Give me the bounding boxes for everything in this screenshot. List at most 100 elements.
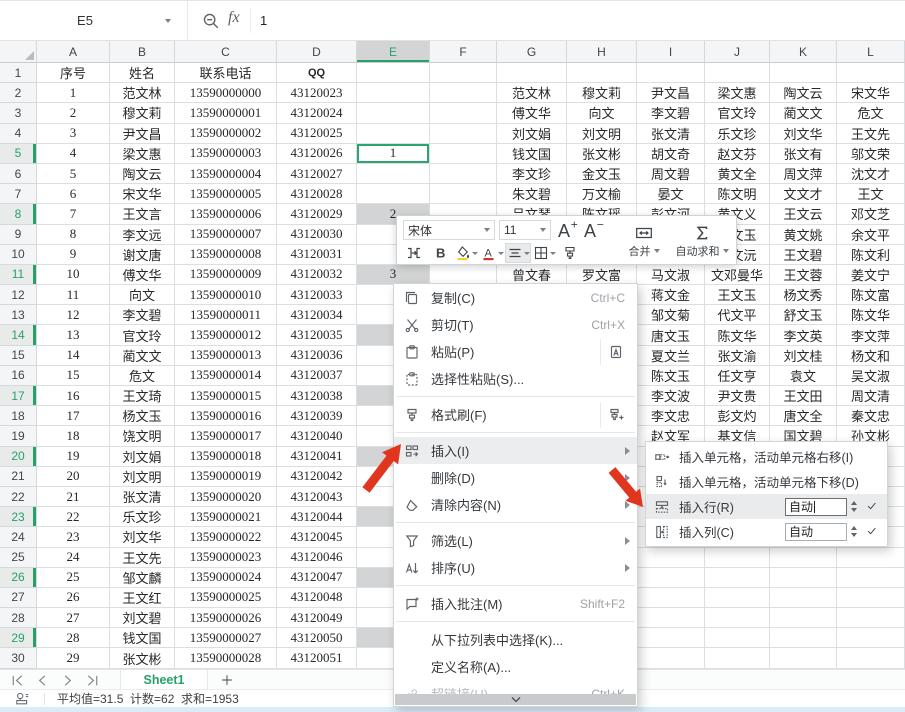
- cell-C14[interactable]: 13590000012: [175, 325, 277, 345]
- cell-D21[interactable]: 43120042: [277, 467, 357, 487]
- cell-L14[interactable]: 李文萍: [837, 325, 905, 345]
- cell-D24[interactable]: 43120045: [277, 527, 357, 547]
- cell-C26[interactable]: 13590000024: [175, 568, 277, 588]
- cell-K4[interactable]: 刘文华: [770, 124, 837, 144]
- cell-K27[interactable]: [770, 588, 837, 608]
- cell-D27[interactable]: 43120048: [277, 588, 357, 608]
- cell-B4[interactable]: 尹文昌: [110, 124, 175, 144]
- increase-font-button[interactable]: A+: [555, 220, 579, 240]
- chevron-down-icon[interactable]: [165, 19, 171, 23]
- cell-K8[interactable]: 王文云: [770, 204, 837, 224]
- cell-D6[interactable]: 43120027: [277, 164, 357, 184]
- column-header-D[interactable]: D: [277, 41, 357, 63]
- cell-H5[interactable]: 张文彬: [567, 144, 637, 164]
- cell-E7[interactable]: [357, 184, 430, 204]
- cell-E1[interactable]: [357, 63, 430, 83]
- cell-B6[interactable]: 陶文云: [110, 164, 175, 184]
- cell-I29[interactable]: [637, 628, 705, 648]
- cell-B22[interactable]: 张文清: [110, 487, 175, 507]
- cell-D1[interactable]: QQ: [277, 63, 357, 83]
- cell-C9[interactable]: 13590000007: [175, 225, 277, 245]
- cell-B10[interactable]: 谢文唐: [110, 245, 175, 265]
- cell-J13[interactable]: 代文平: [705, 305, 770, 325]
- cell-L9[interactable]: 余文平: [837, 225, 905, 245]
- cell-K2[interactable]: 陶文云: [770, 83, 837, 103]
- cell-J27[interactable]: [705, 588, 770, 608]
- cell-C11[interactable]: 13590000009: [175, 265, 277, 285]
- cell-I7[interactable]: 晏文: [637, 184, 705, 204]
- cell-D30[interactable]: 43120051: [277, 648, 357, 668]
- cell-L10[interactable]: 陈文利: [837, 245, 905, 265]
- cell-A5[interactable]: 4: [37, 144, 110, 164]
- cell-I14[interactable]: 唐文玉: [637, 325, 705, 345]
- cell-I12[interactable]: 蒋文金: [637, 285, 705, 305]
- cell-L12[interactable]: 陈文富: [837, 285, 905, 305]
- menu-item-delete[interactable]: 删除(D): [394, 464, 637, 491]
- cell-L30[interactable]: [837, 648, 905, 668]
- cell-I28[interactable]: [637, 608, 705, 628]
- cell-C29[interactable]: 13590000027: [175, 628, 277, 648]
- row-header-4[interactable]: 4: [0, 124, 37, 144]
- font-size-select[interactable]: 11: [499, 220, 551, 240]
- cell-A19[interactable]: 18: [37, 426, 110, 446]
- cell-I3[interactable]: 李文碧: [637, 103, 705, 123]
- align-icon[interactable]: [505, 243, 531, 263]
- cell-A17[interactable]: 16: [37, 386, 110, 406]
- cell-A7[interactable]: 6: [37, 184, 110, 204]
- cell-J16[interactable]: 任文亨: [705, 366, 770, 386]
- menu-item-format-painter[interactable]: 格式刷(F): [394, 401, 637, 428]
- cell-D17[interactable]: 43120038: [277, 386, 357, 406]
- cell-D28[interactable]: 43120049: [277, 608, 357, 628]
- cell-C24[interactable]: 13590000022: [175, 527, 277, 547]
- cell-C3[interactable]: 13590000001: [175, 103, 277, 123]
- cell-J30[interactable]: [705, 648, 770, 668]
- menu-item-clear-contents[interactable]: 清除内容(N): [394, 491, 637, 518]
- cell-I6[interactable]: 周文碧: [637, 164, 705, 184]
- cell-J1[interactable]: [705, 63, 770, 83]
- cell-L17[interactable]: 周文清: [837, 386, 905, 406]
- cell-H4[interactable]: 刘文明: [567, 124, 637, 144]
- cell-L25[interactable]: [837, 548, 905, 568]
- cell-H6[interactable]: 金文玉: [567, 164, 637, 184]
- cell-A24[interactable]: 23: [37, 527, 110, 547]
- next-sheet-icon[interactable]: [60, 673, 75, 687]
- cell-D18[interactable]: 43120039: [277, 406, 357, 426]
- cell-K12[interactable]: 杨文秀: [770, 285, 837, 305]
- cell-D4[interactable]: 43120025: [277, 124, 357, 144]
- cell-C23[interactable]: 13590000021: [175, 507, 277, 527]
- row-header-22[interactable]: 22: [0, 487, 37, 507]
- row-header-27[interactable]: 27: [0, 588, 37, 608]
- cell-A8[interactable]: 7: [37, 204, 110, 224]
- cell-J6[interactable]: 黄文全: [705, 164, 770, 184]
- row-header-16[interactable]: 16: [0, 366, 37, 386]
- cell-B24[interactable]: 刘文华: [110, 527, 175, 547]
- cell-D12[interactable]: 43120033: [277, 285, 357, 305]
- cell-J7[interactable]: 陈文明: [705, 184, 770, 204]
- cell-K5[interactable]: 张文有: [770, 144, 837, 164]
- submenu-item-insert-col[interactable]: 插入列(C)自动: [646, 519, 887, 544]
- cell-I1[interactable]: [637, 63, 705, 83]
- cell-D11[interactable]: 43120032: [277, 265, 357, 285]
- cell-A18[interactable]: 17: [37, 406, 110, 426]
- cell-G6[interactable]: 李文珍: [497, 164, 567, 184]
- selection-stats-icon[interactable]: [14, 691, 30, 707]
- cell-K17[interactable]: 王文田: [770, 386, 837, 406]
- column-header-A[interactable]: A: [37, 41, 110, 63]
- row-header-6[interactable]: 6: [0, 164, 37, 184]
- cell-B13[interactable]: 李文碧: [110, 305, 175, 325]
- cell-K28[interactable]: [770, 608, 837, 628]
- cell-H7[interactable]: 万文榆: [567, 184, 637, 204]
- cell-I30[interactable]: [637, 648, 705, 668]
- row-header-21[interactable]: 21: [0, 467, 37, 487]
- cell-D15[interactable]: 43120036: [277, 346, 357, 366]
- cell-C27[interactable]: 13590000025: [175, 588, 277, 608]
- cell-A25[interactable]: 24: [37, 548, 110, 568]
- cell-G2[interactable]: 范文林: [497, 83, 567, 103]
- cell-D26[interactable]: 43120047: [277, 568, 357, 588]
- cell-B17[interactable]: 王文琦: [110, 386, 175, 406]
- cell-A12[interactable]: 11: [37, 285, 110, 305]
- bold-icon[interactable]: B: [427, 243, 453, 263]
- row-header-2[interactable]: 2: [0, 83, 37, 103]
- cell-A9[interactable]: 8: [37, 225, 110, 245]
- shrink-to-fit-icon[interactable]: [401, 243, 427, 263]
